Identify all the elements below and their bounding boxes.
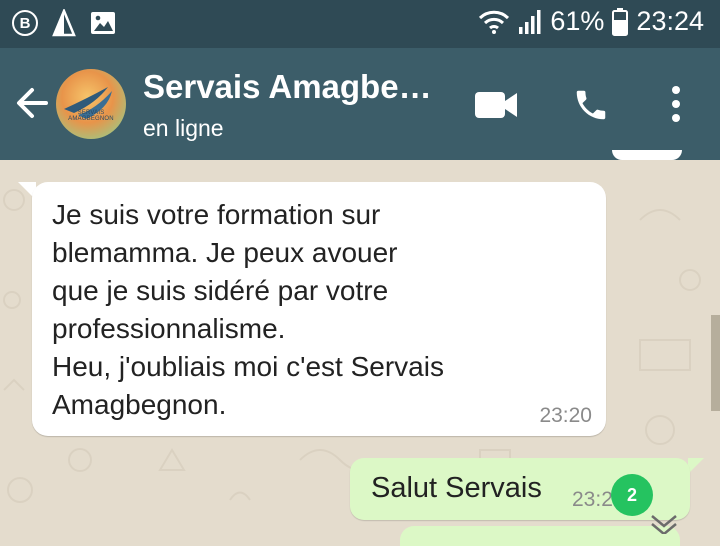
phone-icon[interactable] [572,86,610,124]
clock: 23:24 [636,6,704,36]
scroll-down-chevron-icon[interactable] [648,514,680,534]
chat-header: SERVAIS AMAGBEGNON Servais Amagbe… en li… [0,48,720,160]
previous-message-bubble [612,150,682,160]
message-line: blemamma. Je peux avouer [52,237,398,268]
triangle-icon [52,9,76,37]
wifi-icon [479,10,510,34]
more-options-icon[interactable] [667,85,685,123]
avatar[interactable]: SERVAIS AMAGBEGNON [56,69,126,139]
avatar-logo-icon [64,87,112,119]
bubble-tail [688,458,704,474]
message-line: Amagbegnon. [52,389,227,420]
message-line: professionnalisme. [52,313,286,344]
contact-name[interactable]: Servais Amagbe… [143,68,443,106]
message-time: 23:2 [572,488,613,511]
back-arrow-icon[interactable] [14,85,50,121]
incoming-message[interactable]: Je suis votre formation sur blemamma. Je… [32,182,606,436]
signal-icon [519,9,541,34]
b-circle-icon: B [12,10,38,36]
avatar-text: SERVAIS AMAGBEGNON [68,110,114,122]
next-message-bubble [400,526,680,546]
unread-count-badge[interactable]: 2 [611,474,653,516]
contact-status: en ligne [143,115,224,141]
message-line: Je suis votre formation sur [52,199,381,230]
status-bar: B 61% 23:24 [0,0,720,48]
message-text: Je suis votre formation sur blemamma. Je… [52,196,522,424]
battery-percent: 61% [550,6,605,36]
video-call-icon[interactable] [474,90,518,120]
image-icon [91,12,115,34]
scrollbar[interactable] [711,315,720,411]
message-line: que je suis sidéré par votre [52,275,389,306]
message-line: Heu, j'oubliais moi c'est Servais [52,351,444,382]
message-time: 23:20 [539,404,592,427]
message-text: Salut Servais [371,472,542,504]
battery-icon [612,7,629,36]
